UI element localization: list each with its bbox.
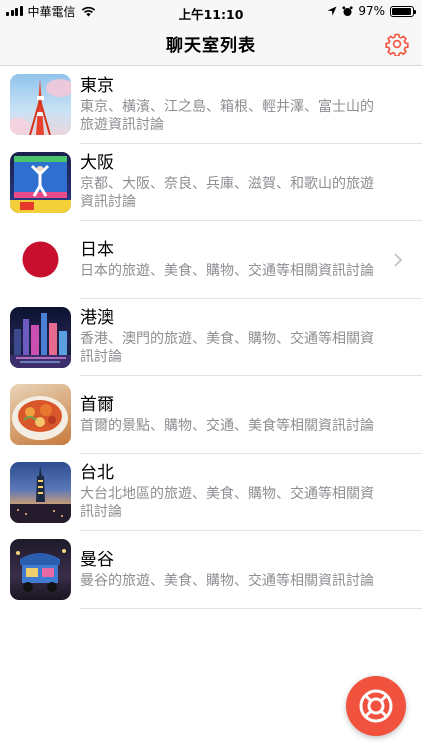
chat-room-row-hong-kong-macau[interactable]: 港澳 香港、澳門的旅遊、美食、購物、交通等相關資訊討論 xyxy=(0,299,422,377)
gear-icon xyxy=(385,33,409,56)
tuk-tuk-photo xyxy=(10,539,71,601)
room-description: 香港、澳門的旅遊、美食、購物、交通等相關資訊討論 xyxy=(80,331,374,366)
room-title: 日本 xyxy=(80,239,114,260)
chat-room-list: 東京 東京、橫濱、江之島、箱根、輕井澤、富士山的旅遊資訊討論 大阪 京都、大阪、… xyxy=(0,66,422,609)
room-title: 台北 xyxy=(80,463,114,484)
chat-room-row-japan[interactable]: 日本 日本的旅遊、美食、購物、交通等相關資訊討論 xyxy=(0,221,422,299)
room-description: 京都、大阪、奈良、兵庫、滋賀、和歌山的旅遊資訊討論 xyxy=(80,176,374,211)
status-bar: 中華電信 上午11:10 97% xyxy=(0,0,422,22)
chat-room-row-taipei[interactable]: 台北 大台北地區的旅遊、美食、購物、交通等相關資訊討論 xyxy=(0,454,422,532)
japan-flag xyxy=(10,229,71,291)
hong-kong-skyline-photo xyxy=(10,306,71,368)
room-title: 首爾 xyxy=(80,394,114,415)
room-description: 大台北地區的旅遊、美食、購物、交通等相關資訊討論 xyxy=(80,486,374,521)
room-description: 首爾的景點、購物、交通、美食等相關資訊討論 xyxy=(80,417,374,434)
help-button[interactable] xyxy=(346,676,406,736)
page-title: 聊天室列表 xyxy=(166,36,256,56)
location-arrow-icon xyxy=(327,6,337,16)
room-title: 曼谷 xyxy=(80,549,114,570)
chat-room-row-tokyo[interactable]: 東京 東京、橫濱、江之島、箱根、輕井澤、富士山的旅遊資訊討論 xyxy=(0,66,422,144)
tokyo-tower-photo xyxy=(10,74,71,136)
room-description: 東京、橫濱、江之島、箱根、輕井澤、富士山的旅遊資訊討論 xyxy=(80,98,374,133)
status-time: 上午11:10 xyxy=(178,7,244,22)
battery-percent: 97% xyxy=(358,4,385,18)
lifebuoy-icon xyxy=(359,689,393,723)
signal-icon xyxy=(6,6,23,16)
room-title: 大阪 xyxy=(80,153,114,174)
room-title: 港澳 xyxy=(80,308,114,329)
room-title: 東京 xyxy=(80,75,114,96)
room-description: 日本的旅遊、美食、購物、交通等相關資訊討論 xyxy=(80,262,374,279)
chat-room-row-seoul[interactable]: 首爾 首爾的景點、購物、交通、美食等相關資訊討論 xyxy=(0,376,422,454)
osaka-glico-sign-photo xyxy=(10,151,71,213)
alarm-icon xyxy=(342,5,353,16)
wifi-icon xyxy=(81,6,95,16)
korean-food-photo xyxy=(10,384,71,446)
navigation-bar: 聊天室列表 xyxy=(0,22,422,66)
chevron-right-icon xyxy=(394,253,403,267)
settings-button[interactable] xyxy=(384,31,410,57)
taipei-101-photo xyxy=(10,461,71,523)
battery-icon xyxy=(390,5,416,17)
room-description: 曼谷的旅遊、美食、購物、交通等相關資訊討論 xyxy=(80,572,374,589)
chat-room-row-osaka[interactable]: 大阪 京都、大阪、奈良、兵庫、滋賀、和歌山的旅遊資訊討論 xyxy=(0,144,422,222)
carrier-label: 中華電信 xyxy=(27,4,76,19)
chat-room-row-bangkok[interactable]: 曼谷 曼谷的旅遊、美食、購物、交通等相關資訊討論 xyxy=(0,531,422,609)
